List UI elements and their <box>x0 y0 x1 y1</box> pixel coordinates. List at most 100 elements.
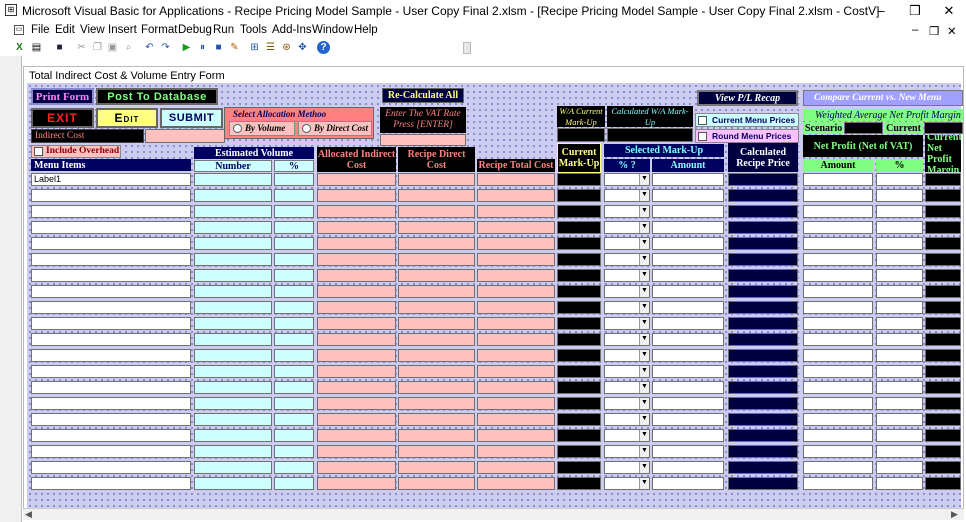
markup-amount-field[interactable] <box>652 429 724 442</box>
form-window-icon[interactable]: ▭ <box>14 25 24 35</box>
properties-window-icon[interactable]: ☰ <box>264 41 277 54</box>
markup-amount-field[interactable] <box>652 333 724 346</box>
excel-view-icon[interactable]: X <box>13 41 26 54</box>
restore-button[interactable]: ❒ <box>898 0 932 22</box>
menu-edit[interactable]: Edit <box>55 24 75 36</box>
chevron-down-icon[interactable]: ▼ <box>639 222 649 233</box>
markup-pct-dropdown[interactable]: ▼ <box>604 365 650 378</box>
volume-number-field[interactable] <box>194 461 272 474</box>
menu-item-field[interactable] <box>31 253 191 266</box>
view-pl-recap-button[interactable]: View P/L Recap <box>697 90 798 106</box>
chevron-down-icon[interactable]: ▼ <box>639 414 649 425</box>
minimize-button[interactable]: – <box>864 0 898 22</box>
menu-item-field[interactable] <box>31 285 191 298</box>
round-menu-prices-check[interactable] <box>698 132 707 141</box>
horizontal-scrollbar[interactable]: ◀ ▶ <box>23 508 964 520</box>
post-to-database-button[interactable]: Post To Database <box>96 88 218 105</box>
print-form-button[interactable]: Print Form <box>31 88 94 105</box>
markup-amount-field[interactable] <box>652 205 724 218</box>
chevron-down-icon[interactable]: ▼ <box>639 350 649 361</box>
menu-item-field[interactable] <box>31 397 191 410</box>
volume-number-field[interactable] <box>194 205 272 218</box>
help-icon[interactable]: ? <box>317 41 330 54</box>
current-menu-prices-check[interactable] <box>698 116 707 125</box>
menu-item-field[interactable] <box>31 205 191 218</box>
chevron-down-icon[interactable]: ▼ <box>639 446 649 457</box>
markup-amount-field[interactable] <box>652 381 724 394</box>
volume-number-field[interactable] <box>194 317 272 330</box>
doc-close-button[interactable]: ✕ <box>947 24 957 38</box>
menu-tools[interactable]: Tools <box>240 24 267 36</box>
chevron-down-icon[interactable]: ▼ <box>639 286 649 297</box>
design-mode-icon[interactable]: ✎ <box>228 41 241 54</box>
menu-item-field[interactable]: Label1 <box>31 173 191 186</box>
scroll-right-icon[interactable]: ▶ <box>951 509 958 520</box>
volume-number-field[interactable] <box>194 237 272 250</box>
chevron-down-icon[interactable]: ▼ <box>639 270 649 281</box>
volume-number-field[interactable] <box>194 333 272 346</box>
exit-button[interactable]: EXIT <box>31 108 94 128</box>
markup-pct-dropdown[interactable]: ▼ <box>604 221 650 234</box>
menu-item-field[interactable] <box>31 301 191 314</box>
volume-number-field[interactable] <box>194 253 272 266</box>
volume-number-field[interactable] <box>194 269 272 282</box>
menu-window[interactable]: Window <box>312 24 353 36</box>
menu-item-field[interactable] <box>31 349 191 362</box>
volume-number-field[interactable] <box>194 397 272 410</box>
menu-debug[interactable]: Debug <box>178 24 212 36</box>
chevron-down-icon[interactable]: ▼ <box>639 238 649 249</box>
menu-item-field[interactable] <box>31 333 191 346</box>
menu-item-field[interactable] <box>31 221 191 234</box>
markup-pct-dropdown[interactable]: ▼ <box>604 237 650 250</box>
close-button[interactable]: ✕ <box>932 0 966 22</box>
toolbox-icon[interactable]: ✥ <box>296 41 309 54</box>
markup-pct-dropdown[interactable]: ▼ <box>604 317 650 330</box>
volume-number-field[interactable] <box>194 221 272 234</box>
chevron-down-icon[interactable]: ▼ <box>639 190 649 201</box>
markup-pct-dropdown[interactable]: ▼ <box>604 333 650 346</box>
markup-amount-field[interactable] <box>652 477 724 490</box>
markup-amount-field[interactable] <box>652 237 724 250</box>
markup-amount-field[interactable] <box>652 301 724 314</box>
menu-item-field[interactable] <box>31 477 191 490</box>
chevron-down-icon[interactable]: ▼ <box>639 302 649 313</box>
chevron-down-icon[interactable]: ▼ <box>639 174 649 185</box>
chevron-down-icon[interactable]: ▼ <box>639 478 649 489</box>
markup-amount-field[interactable] <box>652 173 724 186</box>
volume-number-field[interactable] <box>194 413 272 426</box>
by-volume-option[interactable]: By Volume <box>229 121 295 136</box>
menu-insert[interactable]: Insert <box>108 24 137 36</box>
markup-pct-dropdown[interactable]: ▼ <box>604 285 650 298</box>
save-icon[interactable]: ■ <box>53 41 66 54</box>
menu-item-field[interactable] <box>31 413 191 426</box>
menu-item-field[interactable] <box>31 317 191 330</box>
menu-add-ins[interactable]: Add-Ins <box>272 24 312 36</box>
markup-pct-dropdown[interactable]: ▼ <box>604 397 650 410</box>
menu-file[interactable]: File <box>31 24 50 36</box>
volume-number-field[interactable] <box>194 189 272 202</box>
object-browser-icon[interactable]: ⊛ <box>280 41 293 54</box>
volume-number-field[interactable] <box>194 477 272 490</box>
markup-amount-field[interactable] <box>652 413 724 426</box>
reset-icon[interactable]: ■ <box>212 41 225 54</box>
current-menu-prices-checkbox[interactable]: Current Menu Prices <box>695 113 799 127</box>
project-explorer-icon[interactable]: ⊞ <box>248 41 261 54</box>
scroll-left-icon[interactable]: ◀ <box>25 509 32 520</box>
markup-pct-dropdown[interactable]: ▼ <box>604 349 650 362</box>
toolbar-grip[interactable] <box>463 42 471 54</box>
volume-number-field[interactable] <box>194 285 272 298</box>
markup-pct-dropdown[interactable]: ▼ <box>604 301 650 314</box>
markup-amount-field[interactable] <box>652 461 724 474</box>
markup-pct-dropdown[interactable]: ▼ <box>604 413 650 426</box>
markup-amount-field[interactable] <box>652 349 724 362</box>
run-icon[interactable]: ▶ <box>180 41 193 54</box>
menu-item-field[interactable] <box>31 461 191 474</box>
by-volume-radio[interactable] <box>233 124 242 133</box>
markup-pct-dropdown[interactable]: ▼ <box>604 205 650 218</box>
markup-pct-dropdown[interactable]: ▼ <box>604 477 650 490</box>
edit-button[interactable]: Edit <box>96 108 158 128</box>
indirect-cost-input[interactable] <box>145 129 225 143</box>
menu-item-field[interactable] <box>31 237 191 250</box>
paste-icon[interactable]: ▣ <box>106 41 119 54</box>
chevron-down-icon[interactable]: ▼ <box>639 462 649 473</box>
